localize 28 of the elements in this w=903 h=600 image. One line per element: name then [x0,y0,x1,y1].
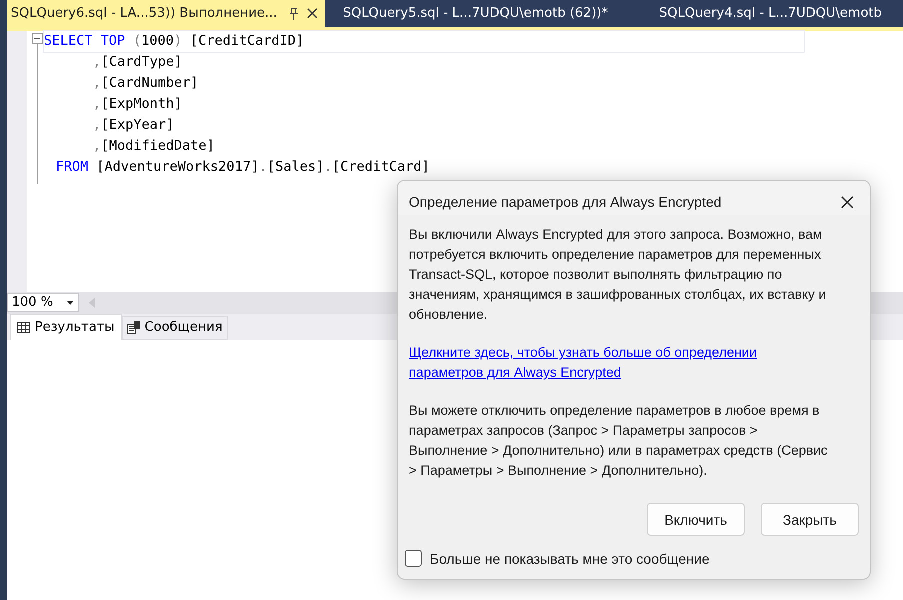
dialog-message: Вы включили Always Encrypted для этого запроса. Возможно, вам потребуется включить определение параметров для переменных Transact-SQL, которое позволит выполнять фильтрацию по значениям, хранящимся в зашифрованных столбцах, их вставку и обновление. [409,226,828,324]
code-line: ,[ExpMonth] [93,95,182,114]
code-line: ,[CardType] [93,53,182,72]
pin-icon[interactable] [289,8,300,20]
close-icon[interactable] [307,8,318,19]
checkbox[interactable] [405,550,422,567]
document-tab[interactable]: SQLQuery6.sql - LA...53)) Выполнение... [7,0,326,27]
document-tab[interactable]: SQLQuery5.sql - L...7UDQU\emotb (62))* [339,0,616,27]
code-line: SELECT TOP (1000) [CreditCardID] [44,32,304,51]
code-line: ,[ModifiedDate] [93,137,215,156]
messages-icon [126,321,140,334]
code-line: ,[ExpYear] [93,116,174,135]
code-line: FROM [AdventureWorks2017].[Sales].[CreditCard] [56,158,430,177]
grid-icon [17,322,30,332]
code-line: ,[CardNumber] [93,74,199,93]
help-link[interactable]: Щелкните здесь, чтобы узнать больше об определении параметров для Always Encrypted [409,343,834,383]
checkbox-label: Больше не показывать мне это сообщение [430,550,710,566]
document-tab[interactable]: SQLQuery4.sql - L...7UDQU\emotb [655,0,889,27]
dialog-title: Определение параметров для Always Encrypted [409,194,722,210]
dialog-button[interactable]: Включить [647,503,745,536]
results-tab[interactable]: Результаты [10,314,122,340]
dialog-message: Вы можете отключить определение параметров в любое время в параметрах запросов (Запрос > Параметры запросов > Выполнение > Дополнительно) или в параметрах средств (Сервис > Параметры > Выполнение > Дополнительно). [409,402,829,480]
zoom-dropdown[interactable]: 100 % [7,293,79,312]
close-icon[interactable] [841,196,854,208]
collapse-icon[interactable] [32,33,43,44]
dialog-button[interactable]: Закрыть [761,503,859,536]
dropdown-arrow-icon [67,300,74,304]
results-tab[interactable]: Сообщения [122,316,228,340]
